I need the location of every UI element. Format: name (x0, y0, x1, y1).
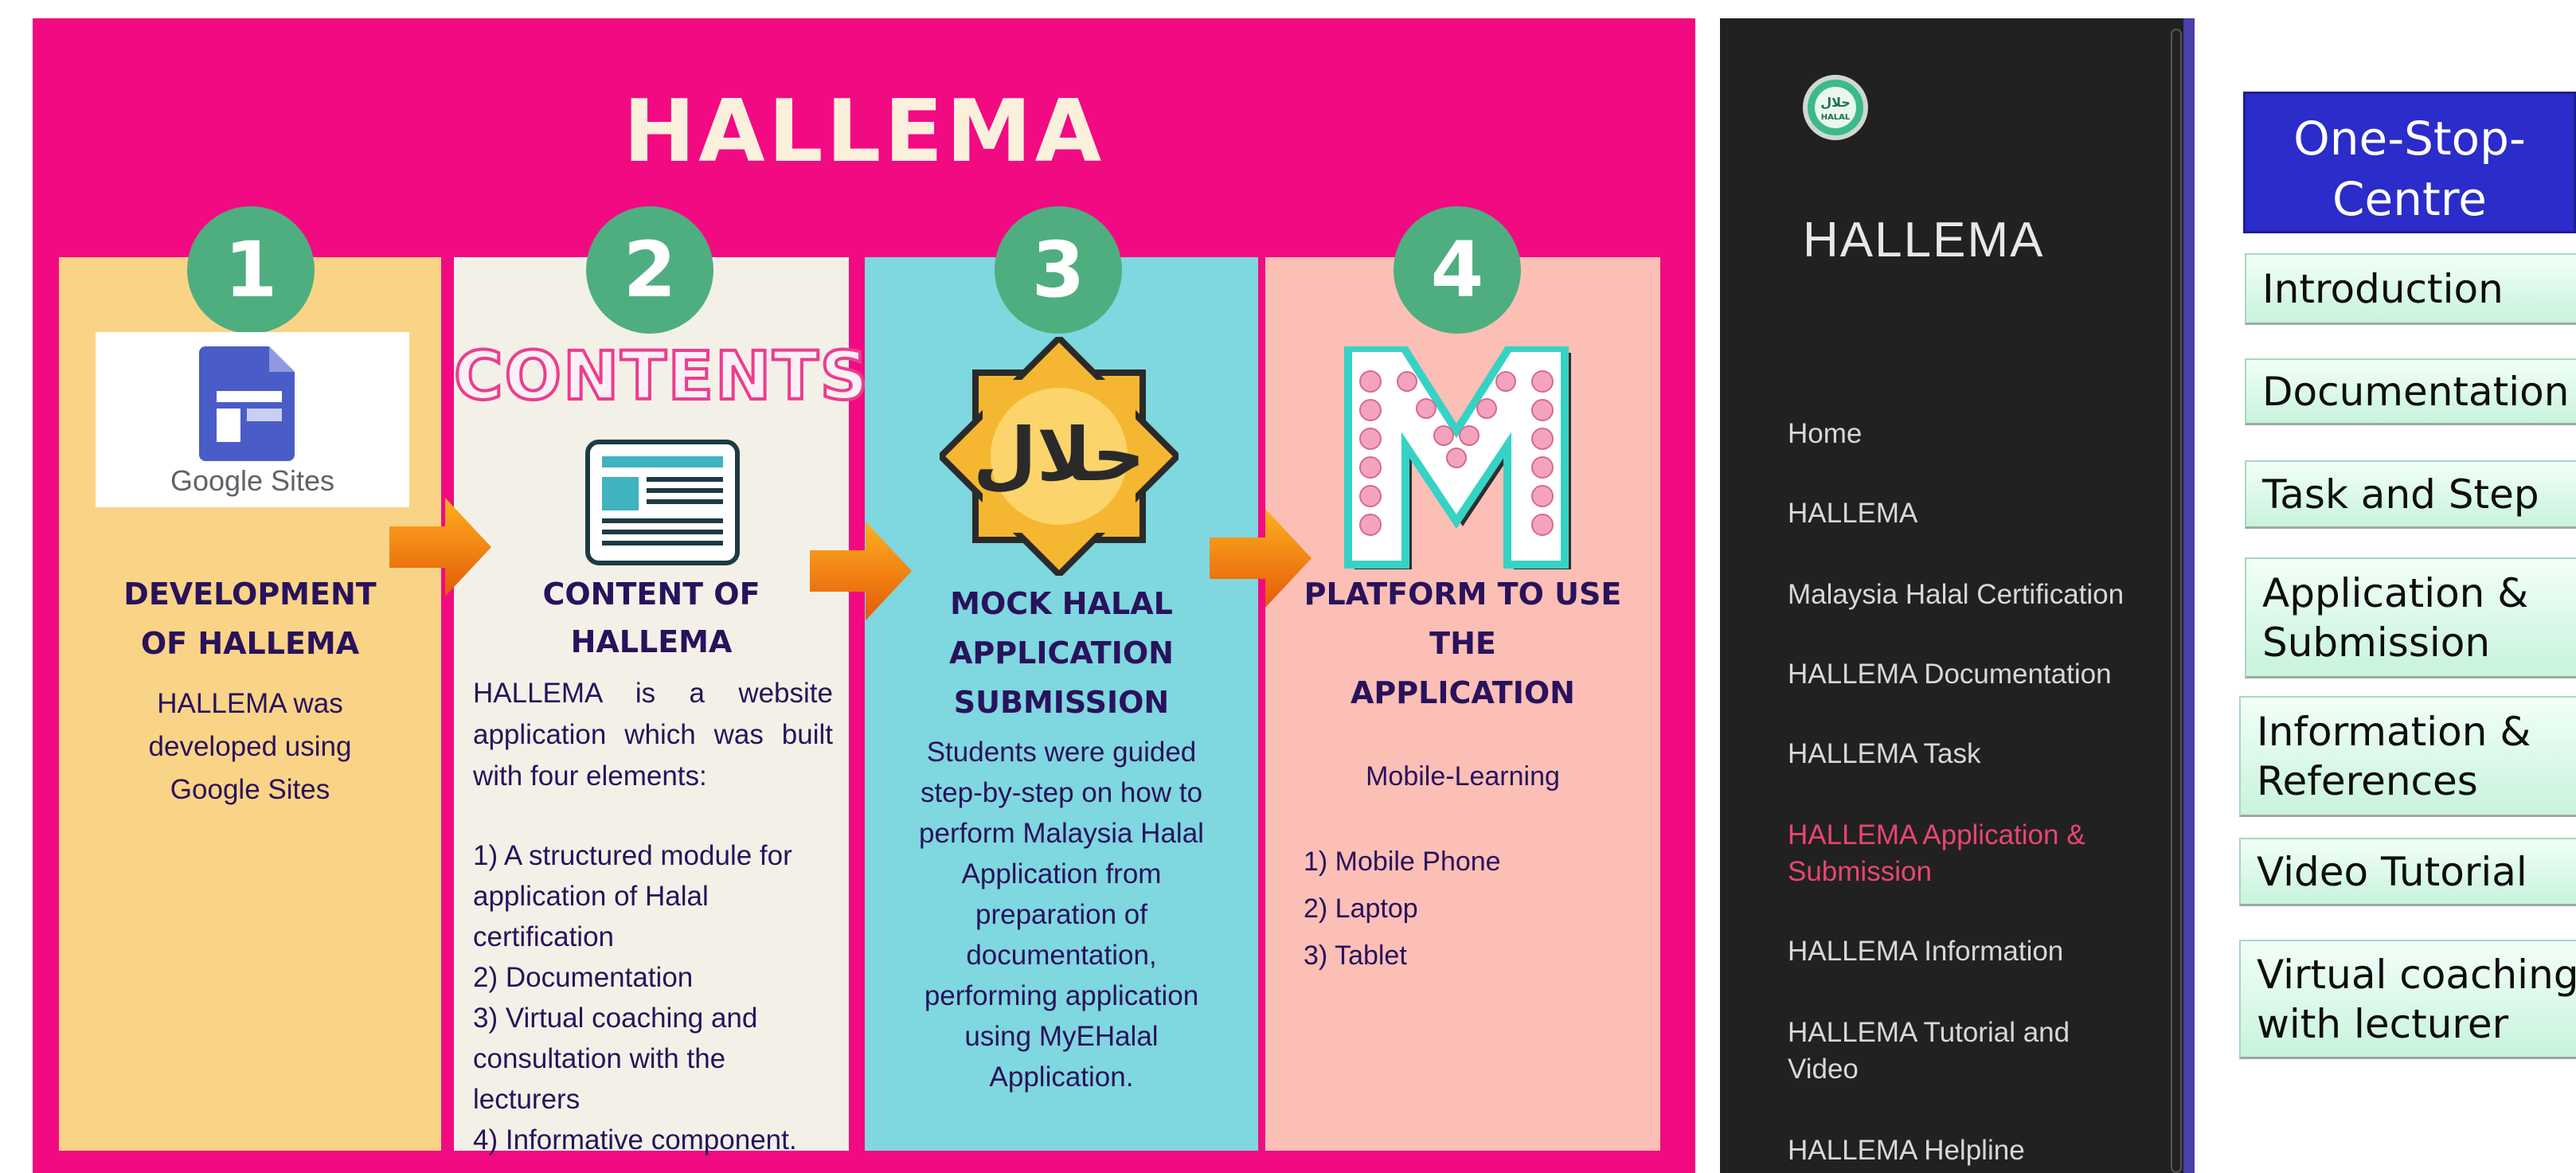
step-number-3: 3 (995, 206, 1122, 334)
one-stop-centre-title: One-Stop-Centre (2293, 111, 2526, 226)
column-development: 1 Google Sites DEVELOPMENT OF HALLEMA HA… (59, 206, 441, 1151)
sidebar-item-application-submission[interactable]: HALLEMA Application & Submission (1788, 817, 2130, 890)
sidebar-item-hallema[interactable]: HALLEMA (1788, 495, 2162, 532)
sidebar-item-malaysia-halal-certification[interactable]: Malaysia Halal Certification (1788, 577, 2162, 613)
arrow-right-icon (810, 522, 912, 620)
hallema-poster: HALLEMA 1 Google Sites DEVELOPMENT OF HA… (33, 18, 1695, 1173)
one-stop-centre-header: One-Stop-Centre (2243, 92, 2576, 233)
halal-logo-icon[interactable]: حلال HALAL (1803, 75, 1868, 140)
svg-text:حلال: حلال (1820, 95, 1851, 110)
column-3-body: Students were guided step-by-step on how… (919, 737, 1204, 1093)
column-contents: 2 CONTENTS CONTENT OF HALLEMA HALLEMA is… (452, 206, 870, 1155)
information-references-button[interactable]: Information & References (2239, 696, 2576, 817)
introduction-button[interactable]: Introduction (2245, 253, 2576, 325)
column-4-title-line-1: PLATFORM TO USE (1304, 577, 1622, 612)
step-number-2: 2 (586, 206, 713, 334)
sidebar-edge (2183, 18, 2195, 1173)
svg-text:حلال: حلال (973, 413, 1145, 498)
sidebar-brand[interactable]: HALLEMA (1803, 212, 2044, 268)
column-4-title-line-2: THE (1429, 626, 1496, 661)
step-number-4: 4 (1394, 206, 1521, 334)
application-submission-button[interactable]: Application & Submission (2245, 557, 2576, 678)
document-icon (585, 440, 740, 565)
sidebar-item-task[interactable]: HALLEMA Task (1788, 736, 2162, 772)
arrow-right-icon (1210, 509, 1311, 608)
sidebar-item-documentation[interactable]: HALLEMA Documentation (1788, 656, 2162, 693)
sidebar-item-tutorial-video[interactable]: HALLEMA Tutorial and Video (1788, 1015, 2130, 1088)
step-number-1: 1 (187, 206, 315, 334)
sidebar-item-home[interactable]: Home (1788, 416, 2162, 452)
sidebar-item-helpline[interactable]: HALLEMA Helpline (1788, 1132, 2162, 1169)
column-1-title-line-1: DEVELOPMENT (123, 577, 377, 612)
column-2-elements-list: 1) A structured module for application o… (473, 840, 797, 1155)
column-mock-application: 3 حلال MOCK HALAL APPLICATION SUBMISSION… (865, 206, 1258, 1151)
column-1-body: HALLEMA was developed using Google Sites (148, 688, 352, 805)
column-4-devices-list: 1) Mobile Phone 2) Laptop 3) Tablet (1304, 847, 1501, 971)
column-2-title-line-2: HALLEMA (570, 624, 733, 659)
column-3-title-line-3: SUBMISSION (953, 685, 1170, 720)
documentation-button[interactable]: Documentation (2245, 358, 2576, 425)
contents-banner: CONTENTS (452, 335, 870, 416)
svg-text:HALAL: HALAL (1821, 113, 1851, 122)
poster-title: HALLEMA (623, 82, 1105, 182)
task-and-step-button[interactable]: Task and Step (2245, 460, 2576, 529)
virtual-coaching-button[interactable]: Virtual coaching with lecturer (2239, 940, 2576, 1059)
column-1-title-line-2: OF HALLEMA (140, 626, 360, 661)
column-platform: 4 PLATFORM TO USE THE APPLICATION Mobile… (1265, 206, 1660, 1151)
column-4-subtitle: Mobile-Learning (1366, 761, 1560, 792)
sidebar-item-information[interactable]: HALLEMA Information (1788, 933, 2162, 970)
sidebar-scrollbar[interactable] (2171, 29, 2182, 1173)
google-sites-caption: Google Sites (170, 464, 335, 497)
column-4-title-line-3: APPLICATION (1351, 675, 1575, 710)
video-tutorial-button[interactable]: Video Tutorial (2239, 838, 2576, 906)
google-sites-logo: Google Sites (96, 332, 409, 507)
column-2-intro: HALLEMA is a website application which w… (473, 678, 833, 792)
column-2-title-line-1: CONTENT OF (542, 577, 760, 612)
column-3-title-line-2: APPLICATION (949, 635, 1174, 671)
halal-star-icon: حلال (940, 337, 1179, 576)
column-3-title-line-1: MOCK HALAL (950, 586, 1173, 621)
arrow-right-icon (389, 498, 491, 596)
letter-m-icon (1344, 346, 1571, 569)
